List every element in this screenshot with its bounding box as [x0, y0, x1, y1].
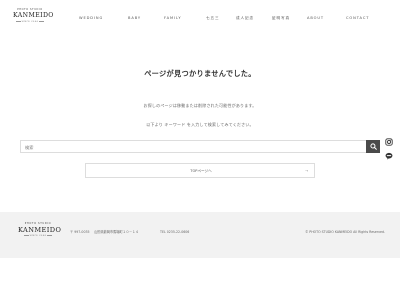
nav-item-shichigosan[interactable]: 七五三 [206, 14, 219, 22]
main-nav: WEDDING BABY FAMILY 七五三 成人記念 証明写真 ABOUT … [0, 14, 400, 22]
search-button[interactable] [366, 140, 380, 153]
nav-item-id-photo[interactable]: 証明写真 [272, 14, 290, 22]
not-found-message: お探しのページは移動または削除された可能性があります。 [143, 103, 257, 108]
footer-logo-wordmark: KANMEIDO [18, 226, 62, 234]
top-page-link-label: TOPページへ [190, 169, 212, 173]
top-page-link[interactable]: TOPページへ → [85, 163, 315, 178]
footer-logo[interactable]: PHOTO STUDIO KANMEIDO SINCE 2006 [18, 222, 62, 238]
footer-copyright: © PHOTO STUDIO KANMEIDO All Rights Reser… [305, 230, 385, 234]
nav-item-about[interactable]: ABOUT [307, 14, 324, 22]
search-input[interactable] [21, 141, 369, 153]
nav-item-contact[interactable]: CONTACT [346, 14, 369, 22]
search-icon [369, 143, 377, 150]
site-header: PHOTO STUDIO KANMEIDO SINCE 2006 WEDDING… [0, 0, 400, 36]
footer-address: 山形県鶴岡市馬場町１０－１４ [94, 230, 139, 234]
page-bottom [0, 258, 400, 300]
instagram-icon[interactable] [385, 138, 393, 146]
arrow-right-icon: → [304, 169, 308, 173]
footer-postal-code: 〒 997-0035 [70, 230, 90, 234]
search-instruction: 以下より キーワード を入力して検索してみてください。 [146, 122, 254, 127]
search-form [20, 140, 380, 153]
nav-item-wedding[interactable]: WEDDING [79, 14, 103, 22]
page-title: ページが見つかりませんでした。 [144, 69, 256, 78]
site-footer: PHOTO STUDIO KANMEIDO SINCE 2006 〒 997-0… [0, 212, 400, 258]
footer-logo-tagline: SINCE 2006 [18, 234, 58, 238]
line-icon[interactable] [385, 152, 393, 160]
nav-item-family[interactable]: FAMILY [164, 14, 181, 22]
nav-item-baby[interactable]: BABY [128, 14, 141, 22]
footer-phone: TEL 0235-22-0606 [160, 230, 190, 234]
nav-item-coming-of-age[interactable]: 成人記念 [236, 14, 254, 22]
